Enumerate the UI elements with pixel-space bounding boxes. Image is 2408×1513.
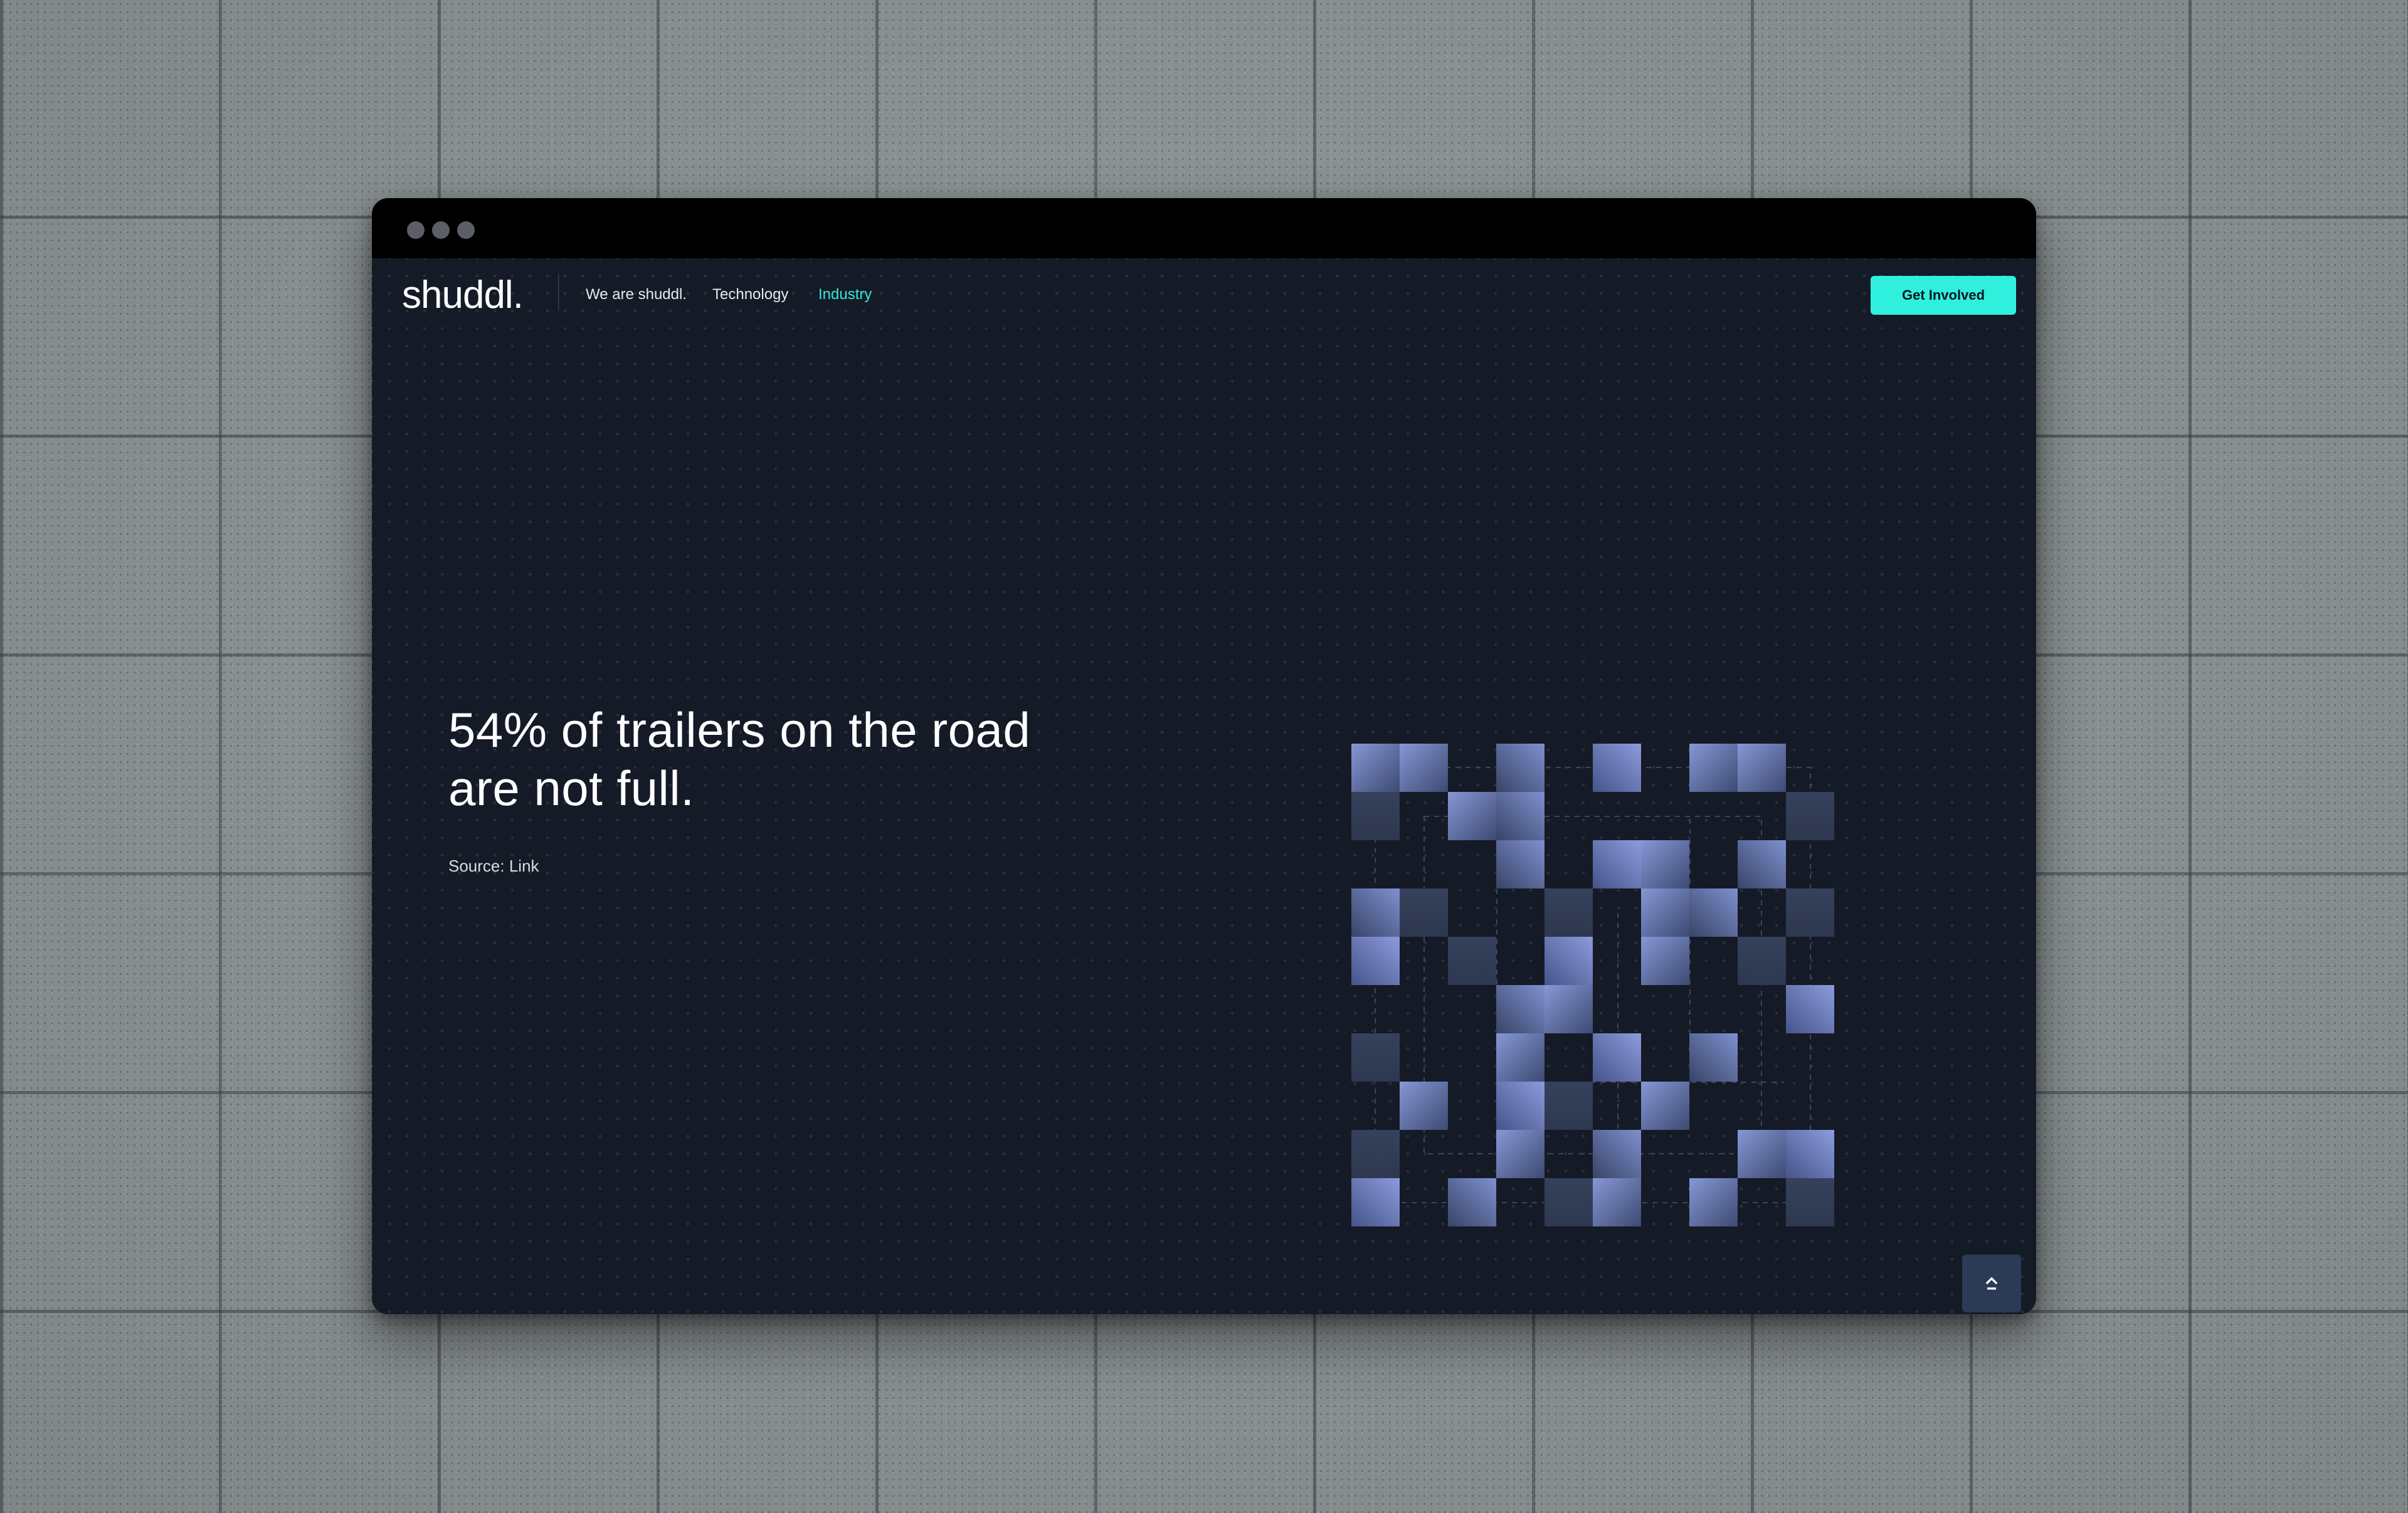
pixel-cell — [1496, 1130, 1545, 1178]
pixel-cell — [1786, 1130, 1834, 1178]
scroll-to-top-button[interactable] — [1962, 1255, 2021, 1312]
window-close-dot[interactable] — [407, 221, 425, 239]
pixel-cell — [1400, 744, 1448, 792]
source-line: Source: Link — [448, 855, 539, 877]
browser-titlebar — [372, 198, 2036, 258]
pixel-cell — [1641, 1082, 1689, 1130]
brand-logo[interactable]: shuddl. — [402, 273, 524, 317]
nav-link-we-are-shuddl[interactable]: We are shuddl. — [586, 283, 687, 306]
pixel-cell — [1738, 1130, 1786, 1178]
pixel-cell — [1400, 888, 1448, 937]
pixel-cell — [1496, 744, 1545, 792]
pixel-cell — [1738, 840, 1786, 888]
source-link[interactable]: Link — [509, 857, 539, 875]
chevron-up-icon — [1985, 1277, 1998, 1290]
window-maximize-dot[interactable] — [457, 221, 475, 239]
pixel-cell — [1545, 985, 1593, 1033]
pixel-cell — [1593, 1033, 1641, 1082]
pixel-cell — [1689, 888, 1738, 937]
pixel-cell — [1689, 744, 1738, 792]
get-involved-button[interactable]: Get Involved — [1871, 276, 2016, 315]
hero-headline: 54% of trailers on the road are not full… — [448, 702, 1031, 816]
pixel-cell — [1545, 1178, 1593, 1226]
pixel-cell — [1593, 744, 1641, 792]
pixel-cell — [1448, 1178, 1496, 1226]
pixel-cell — [1641, 888, 1689, 937]
pixel-cell — [1738, 937, 1786, 985]
pixel-cell — [1641, 937, 1689, 985]
nav-link-technology[interactable]: Technology — [712, 283, 788, 306]
pixel-cell — [1496, 792, 1545, 840]
pixel-cell — [1351, 937, 1400, 985]
page-content: shuddl. We are shuddl. Technology Indust… — [372, 258, 2036, 1314]
pixel-cell — [1545, 937, 1593, 985]
pixel-grid-graphic — [1351, 744, 1834, 1226]
pixel-cell — [1593, 840, 1641, 888]
pixel-cell — [1496, 1082, 1545, 1130]
nav-link-industry[interactable]: Industry — [818, 283, 872, 306]
pixel-cell — [1351, 792, 1400, 840]
pixel-cell — [1641, 840, 1689, 888]
pixel-cell — [1496, 1033, 1545, 1082]
pixel-cell — [1400, 1082, 1448, 1130]
window-minimize-dot[interactable] — [432, 221, 450, 239]
navbar: shuddl. We are shuddl. Technology Indust… — [372, 258, 2036, 332]
pixel-cell — [1496, 840, 1545, 888]
pixel-cell — [1786, 1178, 1834, 1226]
pixel-cell — [1786, 985, 1834, 1033]
pixel-cell — [1545, 888, 1593, 937]
pixel-cell — [1448, 792, 1496, 840]
pixel-cell — [1786, 888, 1834, 937]
pixel-cell — [1351, 1130, 1400, 1178]
pixel-cell — [1786, 792, 1834, 840]
pixel-cell — [1593, 1178, 1641, 1226]
pixel-cell — [1351, 1033, 1400, 1082]
pixel-cell — [1351, 888, 1400, 937]
pixel-cell — [1496, 985, 1545, 1033]
pixel-cell — [1689, 1033, 1738, 1082]
pixel-cell — [1593, 1130, 1641, 1178]
pixel-cell — [1448, 937, 1496, 985]
browser-window: shuddl. We are shuddl. Technology Indust… — [372, 198, 2036, 1314]
pixel-cell — [1689, 1178, 1738, 1226]
source-label: Source: — [448, 857, 509, 875]
pixel-cell — [1351, 744, 1400, 792]
pixel-cell — [1545, 1082, 1593, 1130]
pixel-cell — [1738, 744, 1786, 792]
nav-divider — [558, 273, 559, 311]
pixel-cell — [1351, 1178, 1400, 1226]
